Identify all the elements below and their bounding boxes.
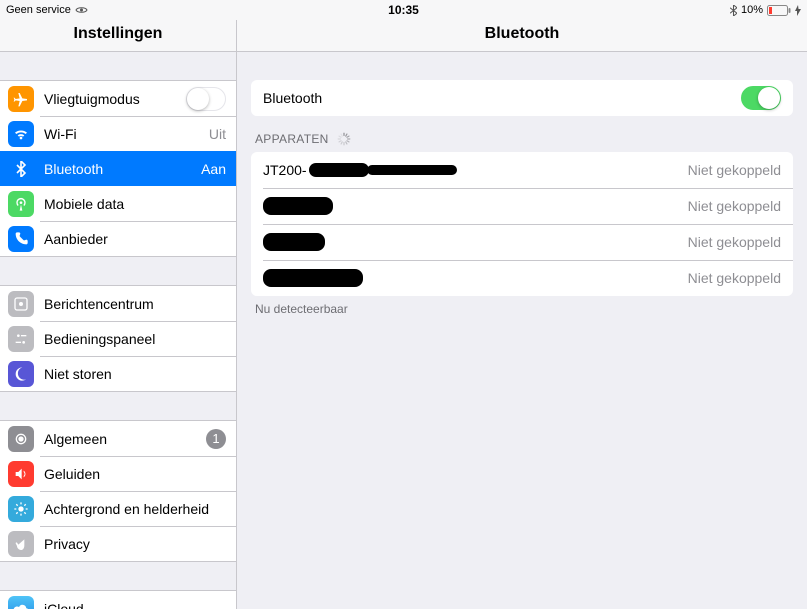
device-status: Niet gekoppeld: [688, 270, 781, 286]
charging-icon: [795, 5, 801, 16]
spinner-icon: [337, 132, 351, 146]
device-name: [263, 233, 688, 251]
sidebar-item-label: Berichtencentrum: [44, 296, 226, 312]
sidebar-item-general[interactable]: Algemeen 1: [0, 421, 236, 456]
redacted-text: [309, 163, 369, 177]
antenna-icon: [8, 191, 34, 217]
sidebar-item-label: Geluiden: [44, 466, 226, 482]
sidebar-item-label: Bedieningspaneel: [44, 331, 226, 347]
status-bar: Geen service 10:35 10%: [0, 0, 807, 20]
device-name: [263, 197, 688, 215]
notification-center-icon: [8, 291, 34, 317]
device-row[interactable]: Niet gekoppeld: [251, 224, 793, 260]
device-row[interactable]: Niet gekoppeld: [251, 260, 793, 296]
bluetooth-toggle[interactable]: [741, 86, 781, 110]
phone-icon: [8, 226, 34, 252]
bluetooth-icon: [8, 156, 34, 182]
sidebar-group-connectivity: Vliegtuigmodus Wi-Fi Uit Bluetooth Aan: [0, 80, 236, 257]
sidebar-item-dnd[interactable]: Niet storen: [0, 356, 236, 391]
bluetooth-master-label: Bluetooth: [263, 90, 741, 106]
sidebar-item-label: iCloud: [44, 601, 226, 609]
device-name: [263, 269, 688, 287]
sidebar-item-wifi[interactable]: Wi-Fi Uit: [0, 116, 236, 151]
detail-title: Bluetooth: [237, 20, 807, 52]
sidebar-item-icloud[interactable]: iCloud: [0, 591, 236, 609]
gear-icon: [8, 426, 34, 452]
sidebar-item-wallpaper[interactable]: Achtergrond en helderheid: [0, 491, 236, 526]
status-carrier-text: Geen service: [6, 4, 71, 16]
hand-icon: [8, 531, 34, 557]
device-status: Niet gekoppeld: [688, 234, 781, 250]
sidebar-item-label: Privacy: [44, 536, 226, 552]
sidebar-item-value: Aan: [201, 161, 226, 177]
sidebar-item-carrier[interactable]: Aanbieder: [0, 221, 236, 256]
device-row[interactable]: JT200- Niet gekoppeld: [251, 152, 793, 188]
sidebar-item-label: Niet storen: [44, 366, 226, 382]
visibility-icon: [75, 6, 88, 14]
devices-section-header: APPARATEN: [251, 116, 793, 152]
device-status: Niet gekoppeld: [688, 198, 781, 214]
speaker-icon: [8, 461, 34, 487]
sidebar-item-privacy[interactable]: Privacy: [0, 526, 236, 561]
cloud-icon: [8, 596, 34, 609]
sidebar-title: Instellingen: [0, 20, 236, 52]
sidebar-item-label: Mobiele data: [44, 196, 226, 212]
redacted-text: [367, 165, 457, 175]
sidebar-item-bluetooth[interactable]: Bluetooth Aan: [0, 151, 236, 186]
status-time: 10:35: [388, 3, 419, 17]
devices-list: JT200- Niet gekoppeld Niet gekoppeld Nie…: [251, 152, 793, 296]
bluetooth-master-row[interactable]: Bluetooth: [251, 80, 793, 116]
device-status: Niet gekoppeld: [688, 162, 781, 178]
sidebar-item-cellular[interactable]: Mobiele data: [0, 186, 236, 221]
sidebar-item-label: Vliegtuigmodus: [44, 91, 186, 107]
bluetooth-status-icon: [730, 5, 737, 16]
sidebar-item-label: Bluetooth: [44, 161, 201, 177]
bluetooth-master-group: Bluetooth: [251, 80, 793, 116]
status-battery-pct: 10%: [741, 4, 763, 16]
control-center-icon: [8, 326, 34, 352]
device-name: JT200-: [263, 162, 688, 178]
devices-section-footer: Nu detecteerbaar: [251, 296, 793, 322]
brightness-icon: [8, 496, 34, 522]
sidebar-item-label: Algemeen: [44, 431, 206, 447]
sidebar-item-badge: 1: [206, 429, 226, 449]
airplane-icon: [8, 86, 34, 112]
sidebar-group-notifications: Berichtencentrum Bedieningspaneel Niet s…: [0, 285, 236, 392]
sidebar-item-label: Aanbieder: [44, 231, 226, 247]
sidebar-item-control-center[interactable]: Bedieningspaneel: [0, 321, 236, 356]
settings-sidebar: Instellingen Vliegtuigmodus Wi-Fi Uit: [0, 20, 237, 609]
sidebar-item-label: Wi-Fi: [44, 126, 209, 142]
airplane-toggle[interactable]: [186, 87, 226, 111]
sidebar-group-general: Algemeen 1 Geluiden Achtergrond en helde…: [0, 420, 236, 562]
sidebar-item-value: Uit: [209, 126, 226, 142]
redacted-text: [263, 233, 325, 251]
sidebar-item-sounds[interactable]: Geluiden: [0, 456, 236, 491]
sidebar-item-notification-center[interactable]: Berichtencentrum: [0, 286, 236, 321]
sidebar-item-label: Achtergrond en helderheid: [44, 501, 226, 517]
sidebar-group-icloud: iCloud: [0, 590, 236, 609]
wifi-icon: [8, 121, 34, 147]
redacted-text: [263, 269, 363, 287]
sidebar-item-airplane[interactable]: Vliegtuigmodus: [0, 81, 236, 116]
battery-icon: [767, 5, 791, 16]
moon-icon: [8, 361, 34, 387]
redacted-text: [263, 197, 333, 215]
detail-pane: Bluetooth Bluetooth APPARATEN: [237, 20, 807, 609]
device-row[interactable]: Niet gekoppeld: [251, 188, 793, 224]
